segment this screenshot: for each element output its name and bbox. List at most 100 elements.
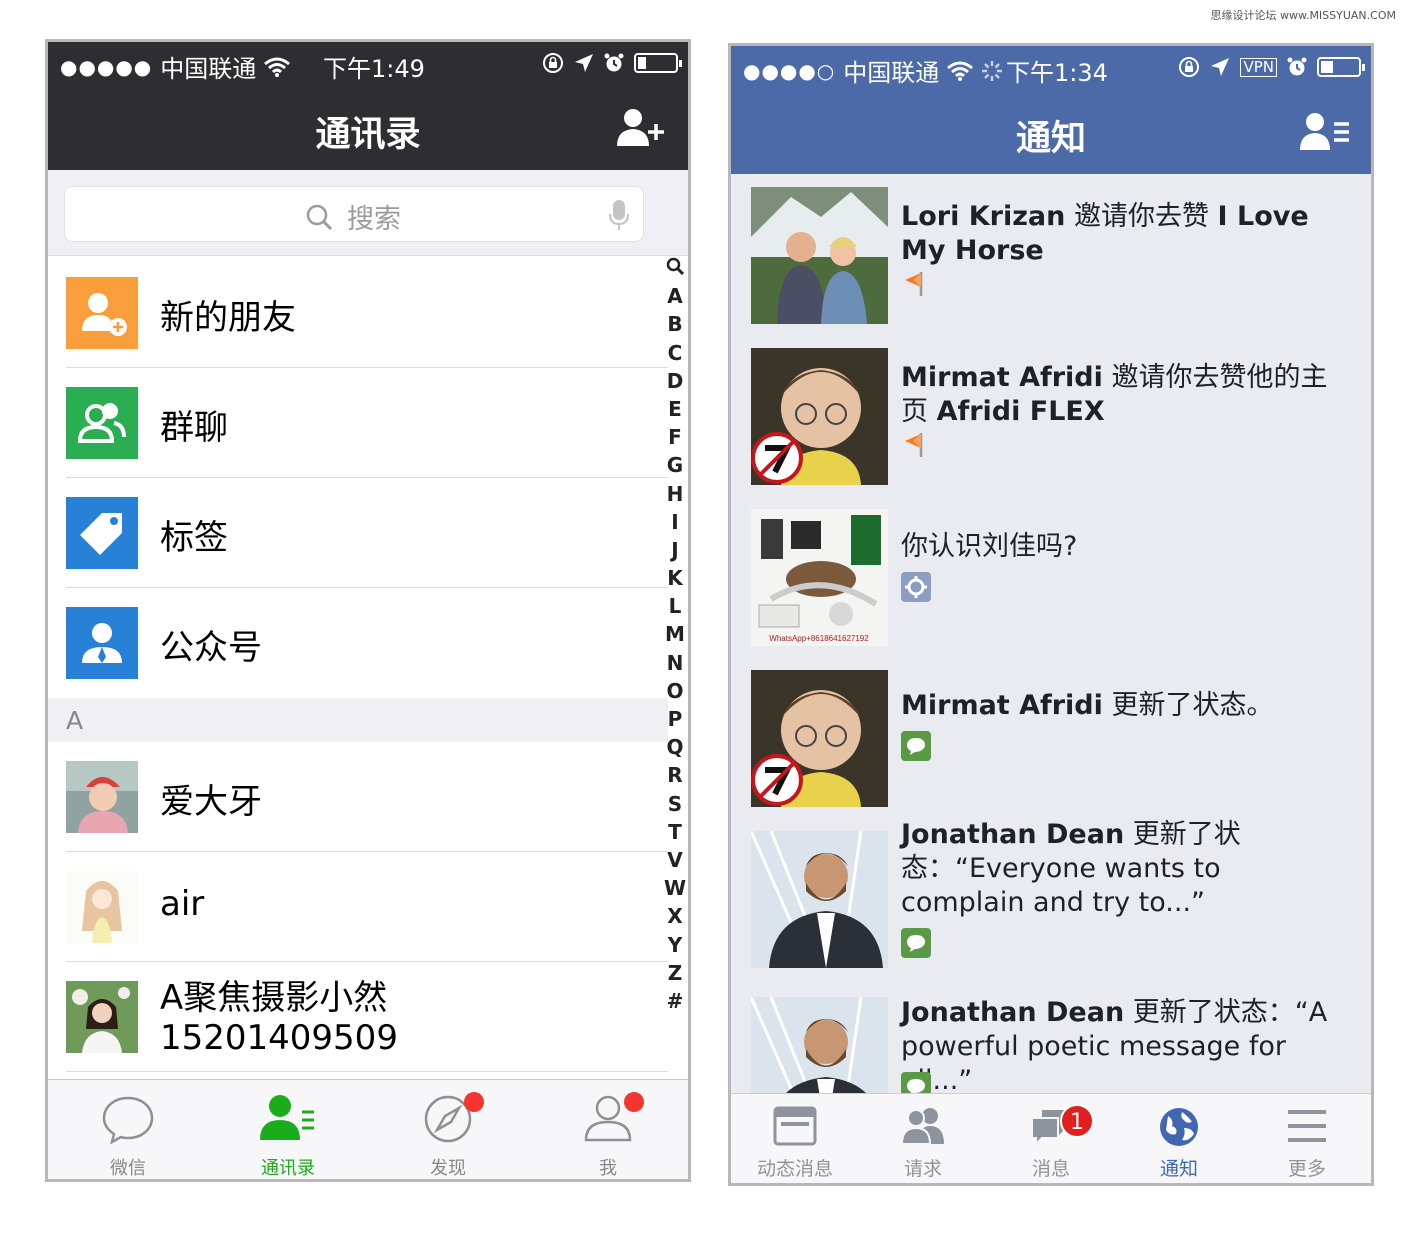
official-accounts-item[interactable]: 公众号 [66, 588, 668, 698]
actor-name: Mirmat Afridi [901, 362, 1103, 393]
notification-text: Mirmat Afridi 邀请你去赞他的主页 Afridi FLEX [901, 361, 1351, 429]
tab-label: 通知 [1159, 1158, 1198, 1180]
tab-messages[interactable]: 1 消息 [987, 1094, 1115, 1183]
tab-label: 动态消息 [756, 1158, 833, 1180]
index-letter[interactable]: Y [668, 931, 682, 959]
index-letter[interactable]: G [667, 451, 683, 479]
tab-label: 更多 [1287, 1158, 1326, 1180]
tab-label: 发现 [430, 1158, 466, 1179]
tab-requests[interactable]: 请求 [859, 1094, 987, 1183]
index-letter[interactable]: J [671, 536, 678, 564]
wechat-screen: ●●●●● 中国联通 下午1:49 通讯录 搜索 新的朋友 群聊 标签 公众号 … [45, 39, 691, 1182]
search-bar: 搜索 [48, 170, 688, 256]
vpn-indicator: VPN [1240, 57, 1277, 77]
contact-row[interactable]: air [66, 852, 668, 962]
tab-label: 通讯录 [261, 1158, 315, 1179]
comment-icon [901, 928, 931, 958]
globe-icon [1160, 1108, 1198, 1146]
index-letter[interactable]: M [665, 620, 685, 648]
friend-list-icon[interactable] [1299, 110, 1351, 154]
notification-body: 你认识刘佳吗? [901, 531, 1078, 562]
index-letter[interactable]: T [668, 818, 682, 846]
contact-row[interactable]: 爱大牙 [66, 742, 668, 852]
index-letter[interactable]: H [667, 480, 684, 508]
index-letter[interactable]: A [667, 282, 682, 310]
tab-discover[interactable]: 发现 [368, 1080, 528, 1179]
index-letter[interactable]: N [667, 649, 684, 677]
comment-icon [901, 1072, 931, 1094]
notification-item[interactable]: Lori Krizan 邀请你去赞 I Love My Horse [731, 174, 1371, 335]
search-input[interactable]: 搜索 [64, 186, 644, 242]
index-search[interactable] [666, 254, 685, 282]
notification-item[interactable]: Jonathan Dean 更新了状态：“A powerful poetic m… [731, 984, 1371, 1094]
contact-name: A聚焦摄影小然 [160, 978, 388, 1018]
microphone-icon[interactable] [609, 199, 629, 231]
index-letter[interactable]: D [667, 367, 684, 395]
search-placeholder: 搜索 [347, 204, 401, 235]
index-letter[interactable]: B [667, 310, 682, 338]
wifi-icon [264, 57, 291, 77]
notification-dot [624, 1092, 644, 1112]
index-letter[interactable]: R [667, 761, 682, 789]
location-icon [575, 54, 593, 72]
tab-notifications[interactable]: 通知 [1115, 1094, 1243, 1183]
index-letter[interactable]: O [666, 677, 683, 705]
flag-icon [905, 272, 923, 296]
notification-thumbnail [751, 187, 888, 324]
index-letter[interactable]: Z [668, 959, 683, 987]
tab-chats[interactable]: 微信 [48, 1080, 208, 1179]
notification-item[interactable]: WhatsApp+8618641627192 你认识刘佳吗? [731, 496, 1371, 657]
notification-thumbnail [751, 670, 888, 807]
tab-more[interactable]: 更多 [1243, 1094, 1371, 1183]
actor-name: Lori Krizan [901, 201, 1066, 232]
contacts-icon [260, 1095, 314, 1140]
menu-icon [1288, 1110, 1326, 1142]
index-letter[interactable]: Q [666, 733, 683, 761]
flag-icon [905, 433, 923, 457]
contact-list: 新的朋友 群聊 标签 公众号 A 爱大牙 air A聚焦摄影小然 1520140… [48, 258, 668, 1072]
index-letter[interactable]: # [667, 987, 684, 1015]
notification-thumbnail [751, 997, 888, 1094]
notification-thumbnail [751, 348, 888, 485]
rotation-lock-icon [1179, 57, 1200, 77]
notification-text: 你认识刘佳吗? [901, 530, 1351, 564]
notification-item[interactable]: Mirmat Afridi 邀请你去赞他的主页 Afridi FLEX [731, 335, 1371, 496]
alphabet-index[interactable]: A B C D E F G H I J K L M N O P Q R S T … [660, 254, 688, 1015]
index-letter[interactable]: S [668, 790, 682, 818]
new-friend-icon [66, 277, 138, 349]
index-letter[interactable]: I [671, 508, 678, 536]
contact-row[interactable]: A聚焦摄影小然 15201409509 [66, 962, 668, 1072]
section-header: A [48, 698, 668, 742]
index-letter[interactable]: W [664, 874, 686, 902]
nav-bar: 通知 [731, 92, 1371, 174]
index-letter[interactable]: F [668, 423, 682, 451]
battery-icon [634, 53, 682, 73]
search-icon [666, 257, 685, 276]
index-letter[interactable]: X [667, 902, 682, 930]
tags-item[interactable]: 标签 [66, 478, 668, 588]
group-chat-item[interactable]: 群聊 [66, 368, 668, 478]
new-friends-item[interactable]: 新的朋友 [66, 258, 668, 368]
tab-contacts[interactable]: 通讯录 [208, 1080, 368, 1179]
index-letter[interactable]: C [668, 339, 683, 367]
notification-item[interactable]: Jonathan Dean 更新了状态：“Everyone wants to c… [731, 818, 1371, 984]
status-bar: ●●●●○ 中国联通 下午1:34 VPN [731, 46, 1371, 92]
notification-text: Lori Krizan 邀请你去赞 I Love My Horse [901, 200, 1351, 268]
nav-bar: 通讯录 [48, 88, 688, 170]
status-bar: ●●●●● 中国联通 下午1:49 [48, 42, 688, 88]
loading-spinner-icon [982, 60, 1003, 81]
notification-item[interactable]: Mirmat Afridi 更新了状态。 [731, 657, 1371, 818]
add-contact-icon[interactable] [616, 106, 668, 150]
index-letter[interactable]: L [669, 592, 682, 620]
index-letter[interactable]: E [668, 395, 682, 423]
page-name: Afridi FLEX [936, 396, 1105, 427]
tab-news-feed[interactable]: 动态消息 [731, 1094, 859, 1183]
index-letter[interactable]: P [668, 705, 683, 733]
notification-text: Jonathan Dean 更新了状态：“Everyone wants to c… [901, 818, 1351, 920]
group-chat-label: 群聊 [160, 408, 228, 448]
tab-me[interactable]: 我 [528, 1080, 688, 1179]
carrier-name: 中国联通 [160, 55, 257, 83]
index-letter[interactable]: V [667, 846, 682, 874]
contact-name: air [160, 884, 205, 924]
index-letter[interactable]: K [667, 564, 683, 592]
